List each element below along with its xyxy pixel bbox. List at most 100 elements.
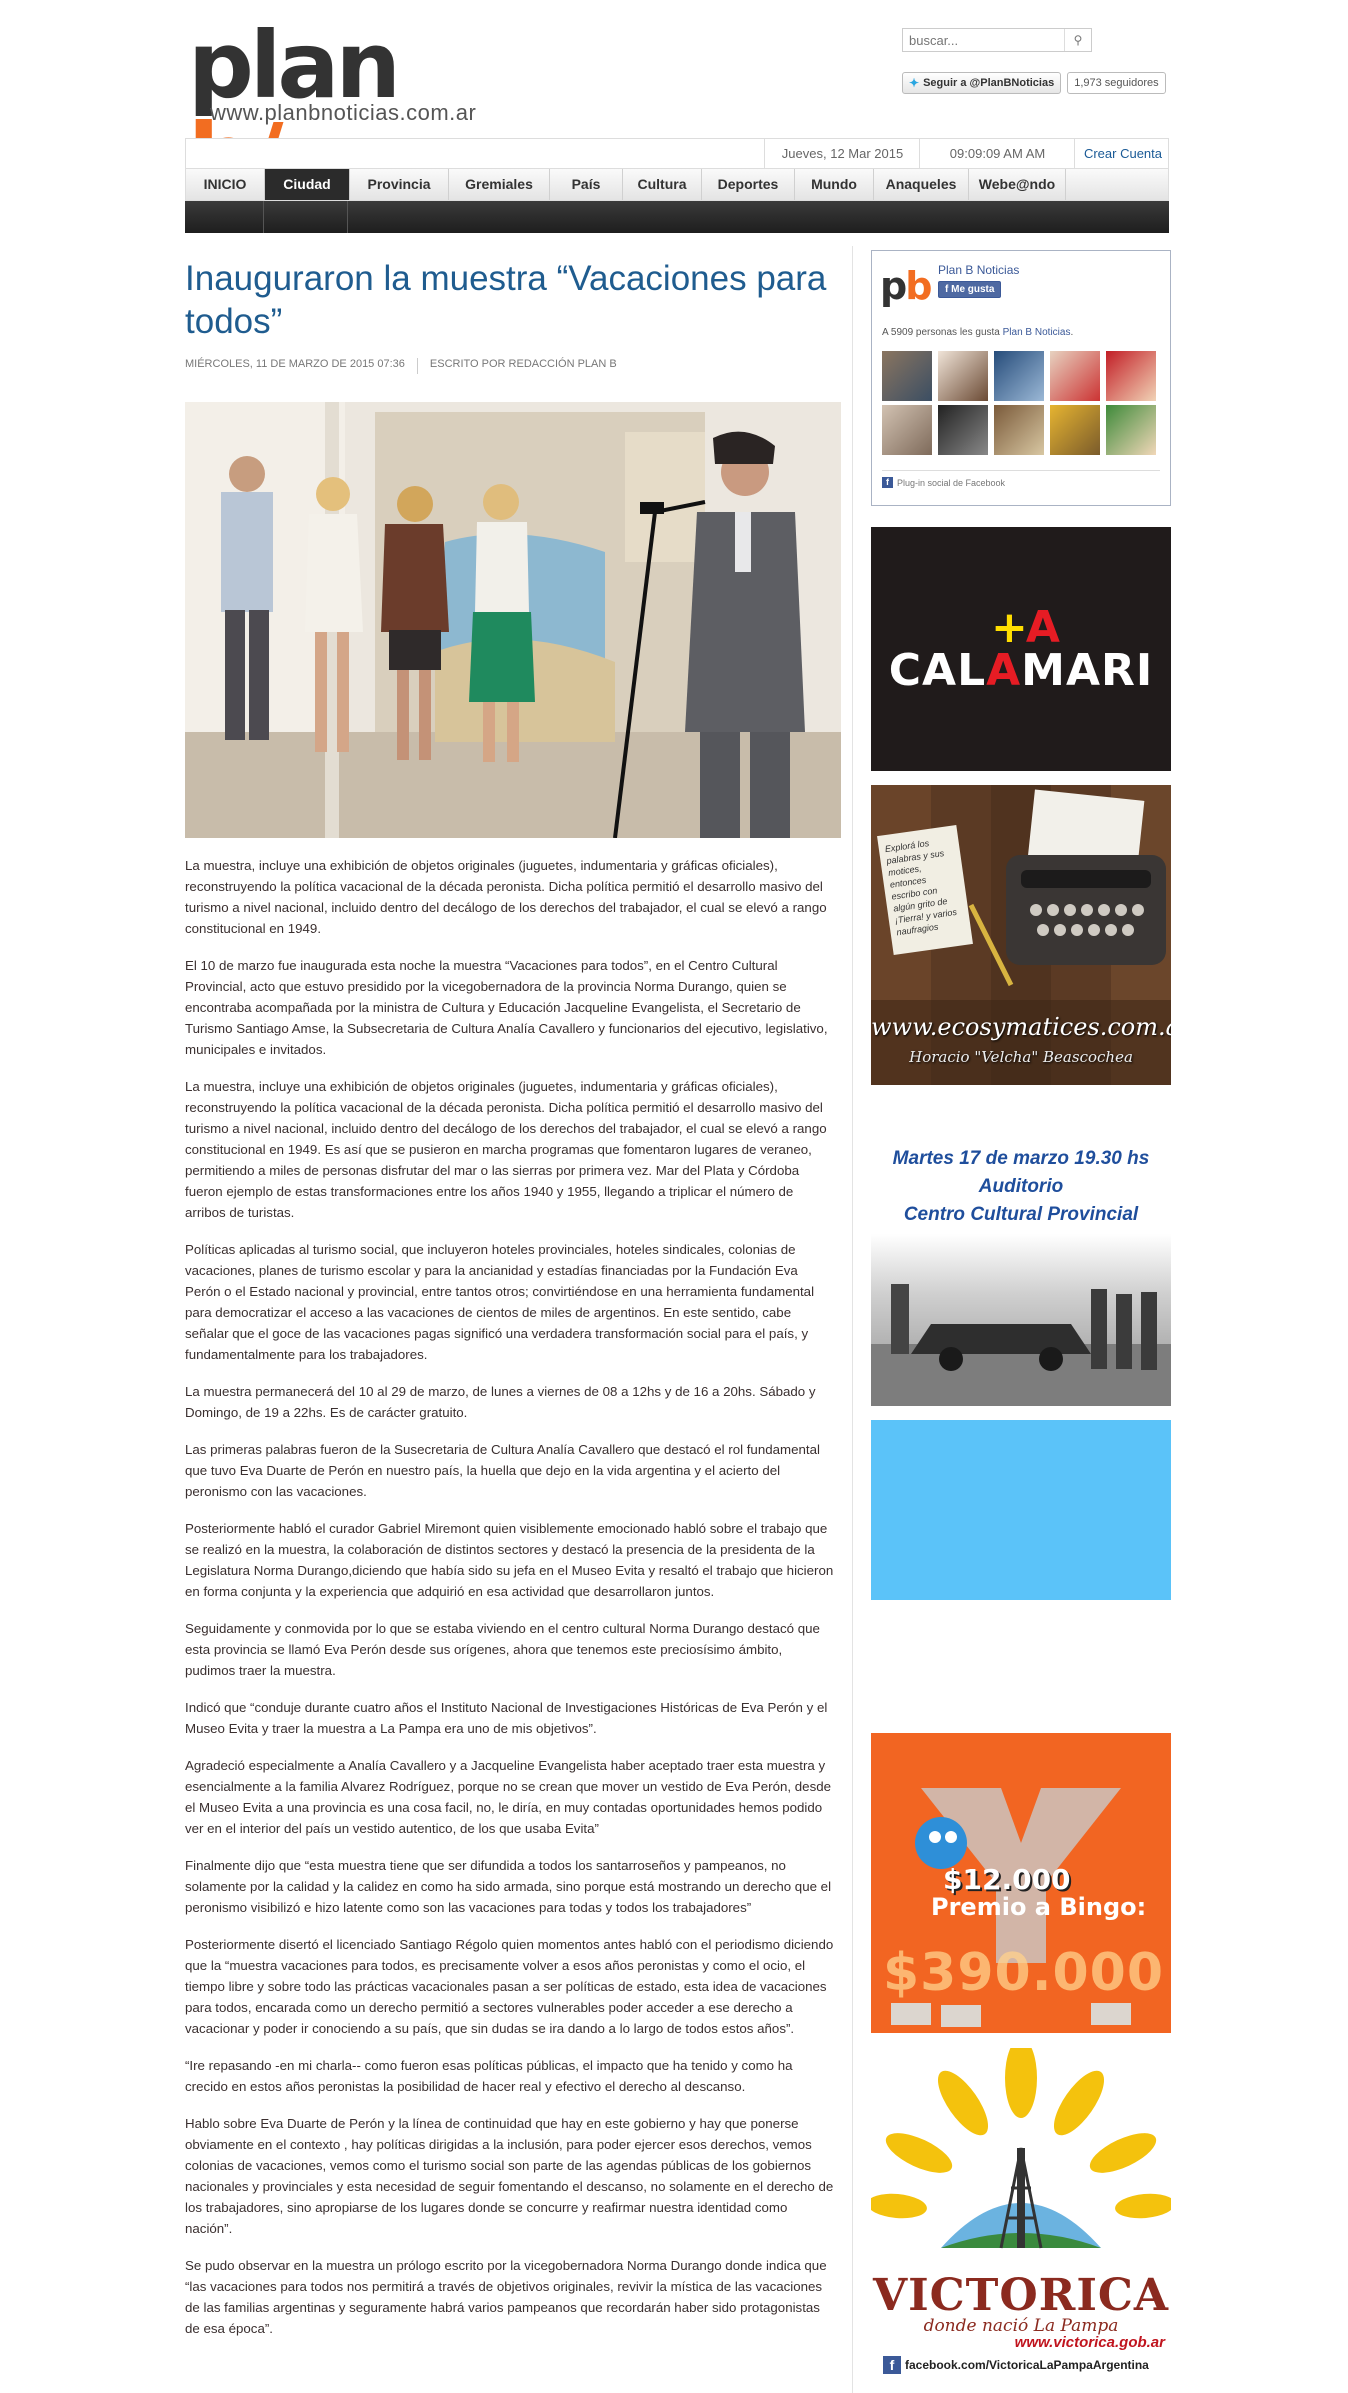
current-date: Jueves, 12 Mar 2015 <box>764 139 920 168</box>
fb-plugin-label[interactable]: Plug-in social de Facebook <box>897 478 1005 488</box>
fb-fan-avatar[interactable] <box>994 351 1044 401</box>
calamari-word-post: MARI <box>1021 645 1154 696</box>
article-paragraph: “Ire repasando -en mi charla-- como fuer… <box>185 2058 793 2094</box>
article-paragraph: El 10 de marzo fue inaugurada esta noche… <box>185 958 828 1057</box>
bingo-prize-amount: $390.000 <box>883 1943 1165 2003</box>
ad-victorica[interactable]: VICTORICA donde nació La Pampa www.victo… <box>871 2048 1171 2378</box>
article-paragraph: Indicó que “conduje durante cuatro años … <box>185 1700 828 1736</box>
site-logo[interactable]: plan b/ www.planbnoticias.com.ar <box>188 20 508 204</box>
nav-item-anaqueles[interactable]: Anaqueles <box>874 169 969 200</box>
calamari-word: CALAMARI <box>871 645 1171 696</box>
bingo-small-prize: $12.000 <box>943 1863 1071 1896</box>
event-photo-illustration <box>871 1284 1171 1406</box>
article-date: MIÉRCOLES, 11 DE MARZO DE 2015 07:36 <box>185 358 405 370</box>
fb-fan-avatar[interactable] <box>938 351 988 401</box>
ad-calamari[interactable]: +A CALAMARI <box>871 527 1171 771</box>
fb-fan-avatar[interactable] <box>938 405 988 455</box>
column-divider <box>852 246 853 2393</box>
article-paragraph: Finalmente dijo que “esta muestra tiene … <box>185 1858 832 1915</box>
fb-fan-avatar[interactable] <box>1050 405 1100 455</box>
nav-item-inicio[interactable]: INICIO <box>186 169 265 200</box>
calamari-word-pre: CAL <box>888 645 987 696</box>
nav-item-deportes[interactable]: Deportes <box>702 169 795 200</box>
victorica-facebook[interactable]: f facebook.com/VictoricaLaPampaArgentina <box>883 2356 1149 2374</box>
article-paragraph: Las primeras palabras fueron de la Susec… <box>185 1442 820 1499</box>
ad-ecosymatices[interactable]: Explorá los palabras y sus motices, ento… <box>871 785 1171 1085</box>
twitter-follower-count: 1,973 seguidores <box>1067 72 1166 94</box>
fb-plugin-footer: f Plug-in social de Facebook <box>882 470 1160 488</box>
victorica-sun-logo <box>871 2048 1171 2249</box>
fb-like-count-suffix: . <box>1070 327 1074 338</box>
nav-item-cultura[interactable]: Cultura <box>623 169 702 200</box>
article-meta: MIÉRCOLES, 11 DE MARZO DE 2015 07:36 ESC… <box>185 358 835 374</box>
facebook-icon: f <box>883 2356 901 2374</box>
nav-item-pais[interactable]: País <box>550 169 623 200</box>
subnav-divider <box>347 201 348 233</box>
article-paragraph: Políticas aplicadas al turismo social, q… <box>185 1242 815 1362</box>
ad-bingo[interactable]: $12.000 Premio a Bingo: $390.000 <box>871 1733 1171 2033</box>
twitter-follow-button[interactable]: ✦ Seguir a @PlanBNoticias <box>902 72 1062 94</box>
nav-item-provincia[interactable]: Provincia <box>350 169 449 200</box>
facebook-like-box: pb Plan B Noticias f Me gusta A 5909 per… <box>871 250 1171 506</box>
twitter-follow-widget: ✦ Seguir a @PlanBNoticias 1,973 seguidor… <box>902 72 1166 94</box>
event-location: Centro Cultural Provincial <box>903 1204 1139 1225</box>
article-paragraph: La muestra, incluye una exhibición de ob… <box>185 1079 827 1220</box>
article-title[interactable]: Inauguraron la muestra “Vacaciones para … <box>185 257 835 343</box>
fb-page-name[interactable]: Plan B Noticias <box>938 263 1019 277</box>
hero-photo-illustration <box>185 402 841 838</box>
victorica-title: VICTORICA <box>872 2270 1170 2321</box>
nav-item-gremiales[interactable]: Gremiales <box>449 169 550 200</box>
article-paragraph: La muestra permanecerá del 10 al 29 de m… <box>185 1384 816 1420</box>
fb-page-logo[interactable]: pb <box>880 263 932 309</box>
fb-fan-avatar[interactable] <box>1106 351 1156 401</box>
victorica-facebook-link: facebook.com/VictoricaLaPampaArgentina <box>905 2358 1149 2372</box>
eco-author: Horacio "Velcha" Beascochea <box>909 1048 1133 1066</box>
twitter-bird-icon: ✦ <box>909 76 920 90</box>
top-info-bar: Jueves, 12 Mar 2015 09:09:09 AM AM Crear… <box>185 138 1169 168</box>
current-time: 09:09:09 AM AM <box>919 139 1075 168</box>
article-paragraph: La muestra, incluye una exhibición de ob… <box>185 858 827 936</box>
article-paragraph: Posteriormente habló el curador Gabriel … <box>185 1521 834 1599</box>
nav-item-webeando[interactable]: Webe@ndo <box>969 169 1066 200</box>
victorica-subtitle: donde nació La Pampa <box>923 2316 1119 2336</box>
victorica-url[interactable]: www.victorica.gob.ar <box>1015 2334 1165 2351</box>
ad-event[interactable]: Martes 17 de marzo 19.30 hs Auditorio Ce… <box>871 1138 1171 1406</box>
event-venue: Auditorio <box>978 1176 1064 1197</box>
create-account-link[interactable]: Crear Cuenta <box>1074 139 1171 168</box>
article-paragraph: Agradeció especialmente a Analía Cavalle… <box>185 1758 832 1836</box>
calamari-word-a: A <box>986 645 1022 696</box>
eco-url[interactable]: www.ecosymatices.com.ar <box>871 1013 1171 1041</box>
main-nav: INICIO Ciudad Provincia Gremiales País C… <box>185 168 1169 201</box>
fb-like-button[interactable]: f Me gusta <box>938 281 1002 298</box>
article-body: La muestra, incluye una exhibición de ob… <box>185 855 835 2355</box>
article-author: ESCRITO POR REDACCIÓN PLAN B <box>429 358 617 370</box>
fb-like-label: Me gusta <box>951 284 995 295</box>
fb-like-count-link[interactable]: Plan B Noticias <box>1003 327 1071 338</box>
ad-blue-banner[interactable] <box>871 1420 1171 1600</box>
logo-url: www.planbnoticias.com.ar <box>210 100 477 125</box>
page-wrapper: plan b/ www.planbnoticias.com.ar ⚲ ✦ Seg… <box>185 0 1171 2393</box>
search-input[interactable] <box>903 29 1075 51</box>
article-hero-photo <box>185 402 841 838</box>
article-paragraph: Seguidamente y conmovida por lo que se e… <box>185 1621 820 1678</box>
fb-logo-p: p <box>880 264 907 308</box>
search-icon[interactable]: ⚲ <box>1064 29 1091 51</box>
fb-fan-faces <box>882 351 1160 455</box>
meta-separator <box>416 358 418 374</box>
article-paragraph: Se pudo observar en la muestra un prólog… <box>185 2258 827 2336</box>
fb-fan-avatar[interactable] <box>1106 405 1156 455</box>
nav-item-ciudad[interactable]: Ciudad <box>265 169 350 200</box>
nav-item-mundo[interactable]: Mundo <box>795 169 874 200</box>
article-paragraph: Posteriormente disertó el licenciado San… <box>185 1937 834 2036</box>
fb-fan-avatar[interactable] <box>882 405 932 455</box>
search-box: ⚲ <box>902 28 1092 52</box>
fb-like-count: A 5909 personas les gusta Plan B Noticia… <box>882 327 1073 338</box>
article-paragraph: Hablo sobre Eva Duarte de Perón y la lín… <box>185 2116 834 2236</box>
fb-fan-avatar[interactable] <box>882 351 932 401</box>
twitter-follow-label: Seguir a @PlanBNoticias <box>923 77 1055 89</box>
fb-fan-avatar[interactable] <box>1050 351 1100 401</box>
fb-like-count-text: A 5909 personas les gusta <box>882 327 1003 338</box>
fb-fan-avatar[interactable] <box>994 405 1044 455</box>
bingo-prize-label: Premio a Bingo: <box>931 1893 1147 1921</box>
eco-note-card: Explorá los palabras y sus motices, ento… <box>877 825 973 955</box>
